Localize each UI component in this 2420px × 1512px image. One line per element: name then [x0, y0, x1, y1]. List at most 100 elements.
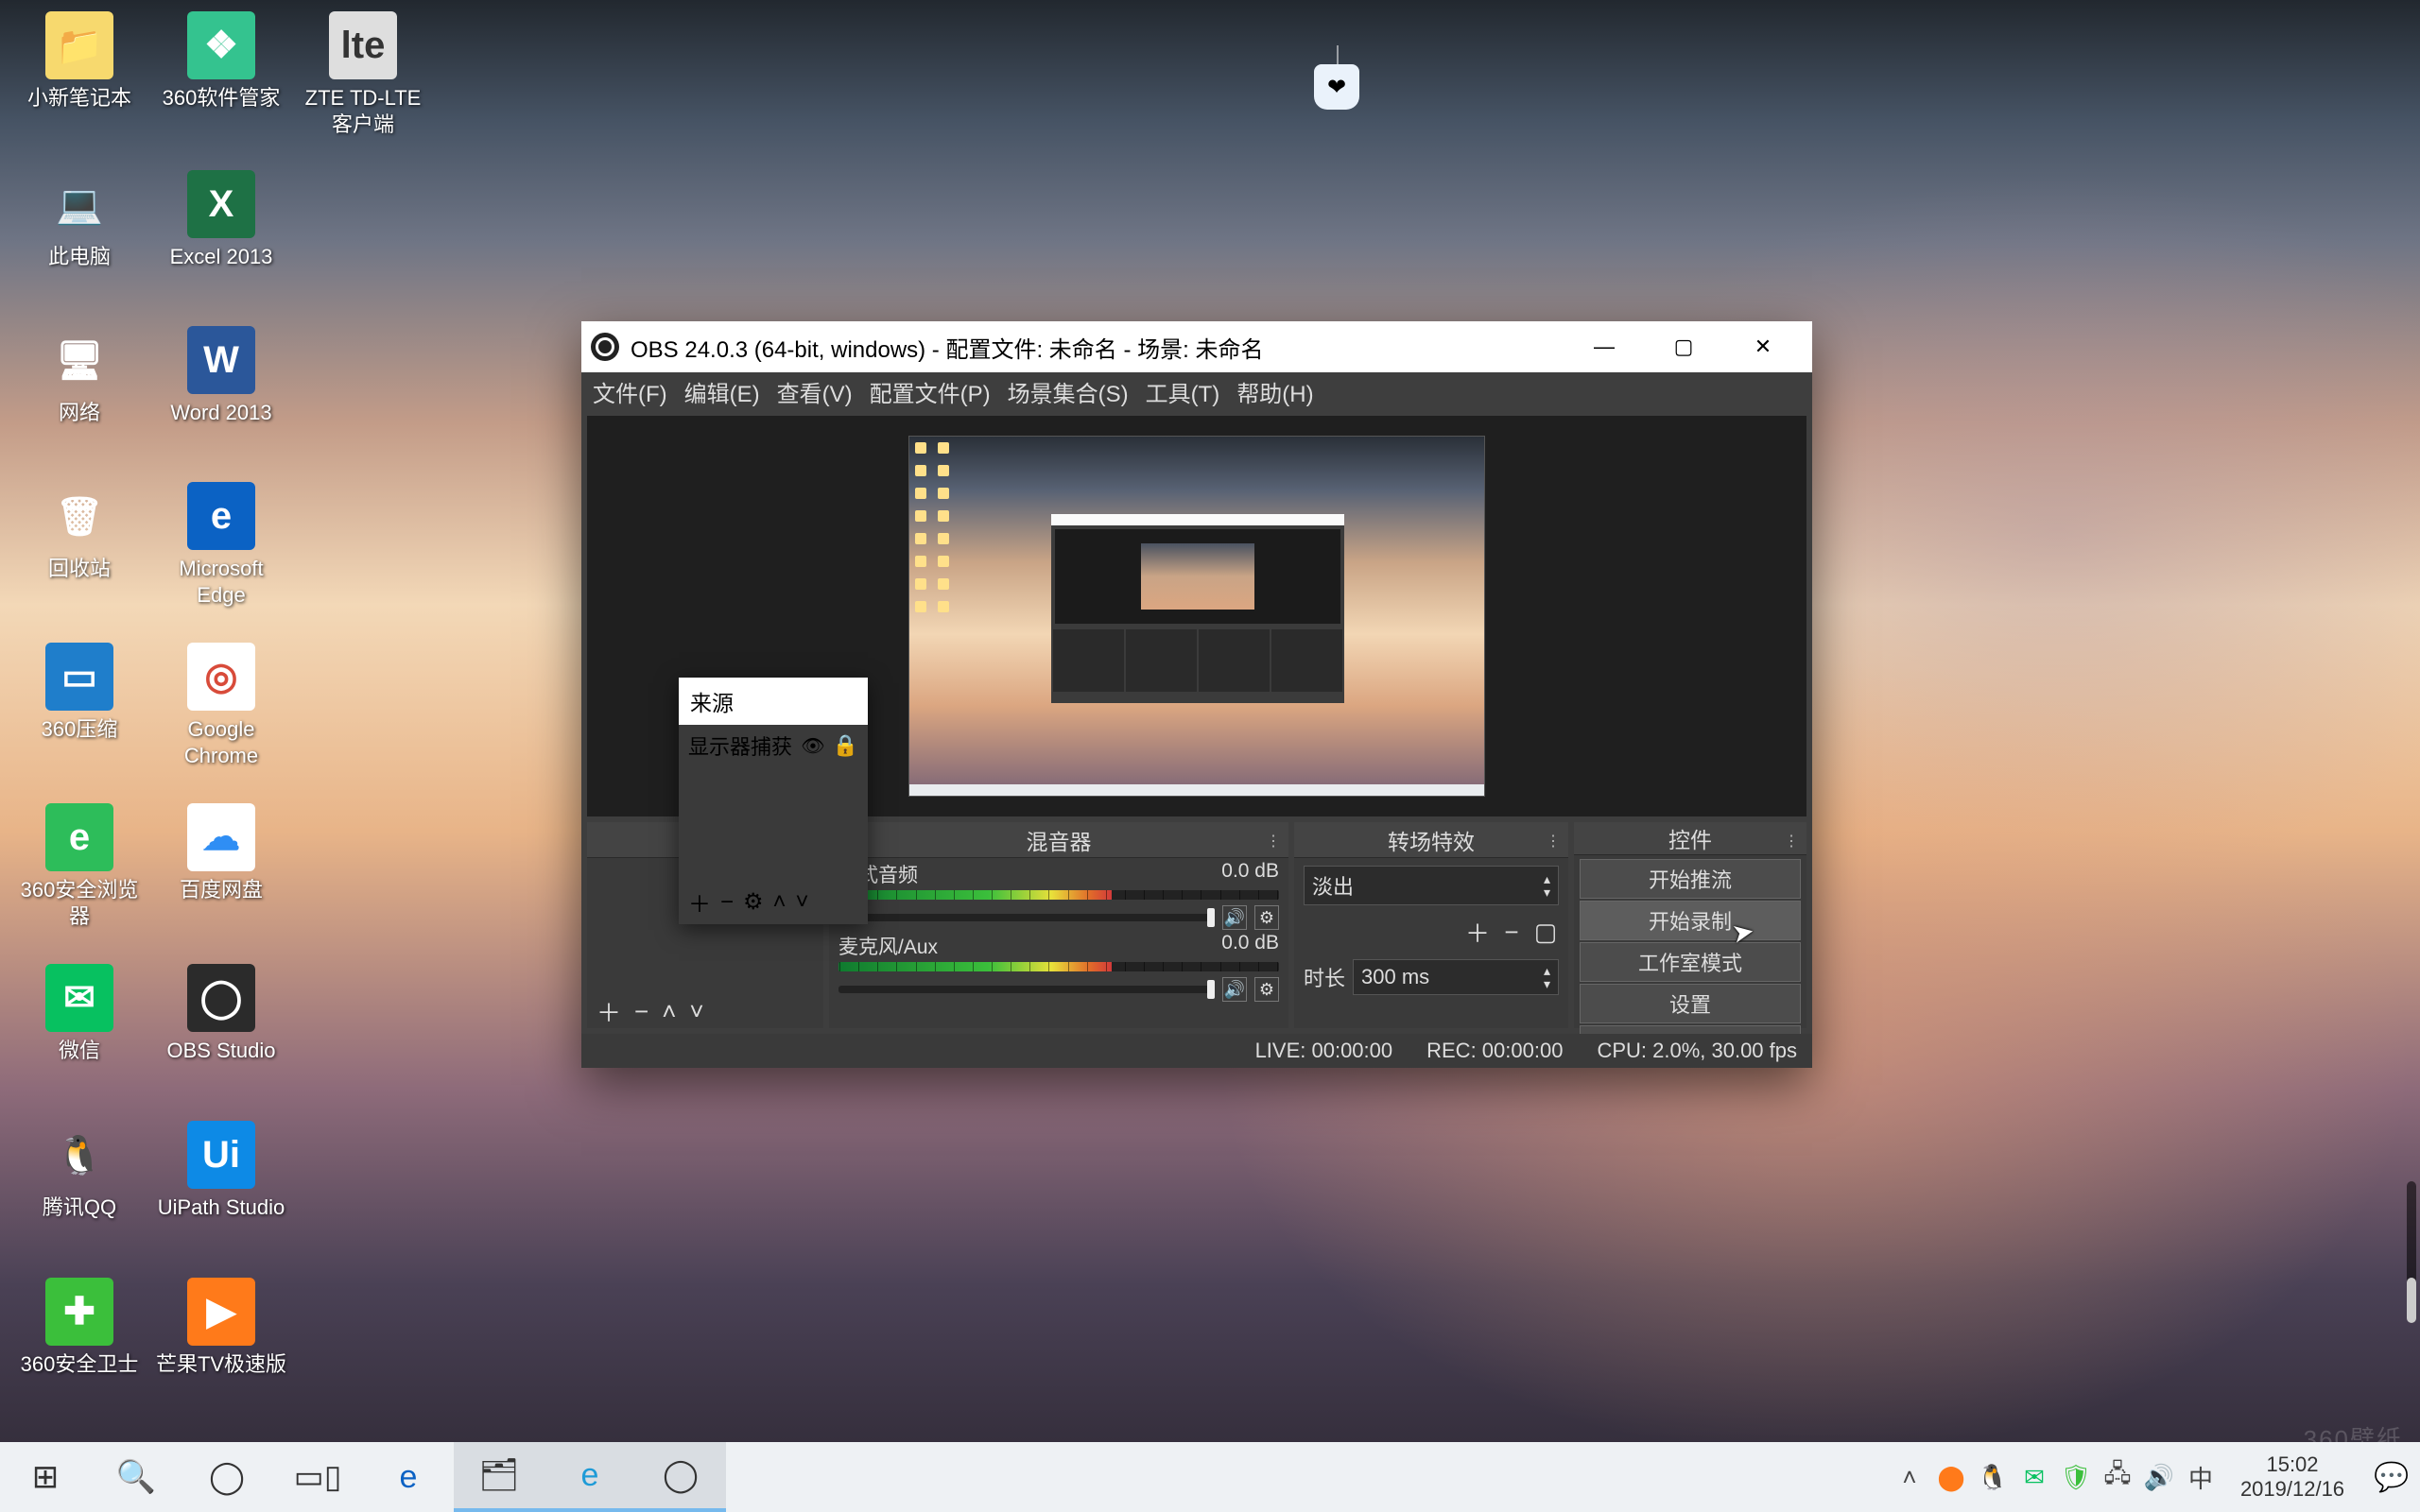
taskbar-button-taskview[interactable]: ▭▯ [272, 1442, 363, 1512]
visibility-icon[interactable]: 👁 [801, 734, 824, 758]
desktop-icon-word[interactable]: WWord 2013 [155, 326, 287, 426]
taskbar: ⊞🔍◯▭▯e🗂e◯ ˄⬤🐧✉🛡🖧🔊中 15:02 2019/12/16 💬 [0, 1442, 2420, 1512]
window-maximize-button[interactable]: ▢ [1644, 321, 1723, 372]
desktop-icon-label: Word 2013 [170, 400, 271, 426]
desktop-icon-edge[interactable]: eMicrosoft Edge [155, 482, 287, 608]
mixer-mute-button-0[interactable]: 🔊 [1222, 905, 1247, 930]
taskbar-button-start[interactable]: ⊞ [0, 1442, 91, 1512]
menu-item-5[interactable]: 工具(T) [1146, 375, 1220, 408]
desktop-icon-label: UiPath Studio [158, 1194, 285, 1221]
transition-tool-2[interactable]: ▢ [1532, 918, 1559, 947]
scenes-tool-2[interactable]: ˄ [662, 997, 676, 1026]
preview-capture [909, 437, 1484, 796]
menu-item-2[interactable]: 查看(V) [777, 375, 853, 408]
taskbar-button-obs[interactable]: ◯ [635, 1442, 726, 1512]
desktop-icon-360soft[interactable]: ❖ 360软件管家 [155, 11, 287, 112]
desktop-icon-label: Google Chrome [155, 716, 287, 768]
control-button-0[interactable]: 开始推流 [1580, 859, 1801, 899]
status-live: LIVE: 00:00:00 [1255, 1039, 1393, 1063]
360soft-icon: ❖ [187, 11, 255, 79]
mixer-ch-db-0: 0.0 dB [1221, 860, 1279, 888]
source-item-display-capture[interactable]: 显示器捕获 👁 🔒 [679, 725, 868, 766]
desktop-icon-obsstudio[interactable]: ◯OBS Studio [155, 964, 287, 1064]
sources-tool-4[interactable]: ˅ [796, 889, 809, 916]
sources-tool-1[interactable]: − [720, 889, 734, 916]
desktop-icon-label: 360软件管家 [163, 85, 281, 112]
taskbar-button-edge[interactable]: e [363, 1442, 454, 1512]
control-button-1[interactable]: 开始录制 [1580, 901, 1801, 940]
scenes-tool-0[interactable]: ＋ [596, 994, 621, 1029]
desktop-icon-baidupan[interactable]: ☁百度网盘 [155, 803, 287, 903]
desktop-icon-qq[interactable]: 🐧腾讯QQ [13, 1121, 146, 1221]
taskbar-clock[interactable]: 15:02 2019/12/16 [2221, 1452, 2363, 1503]
system-tray: ˄⬤🐧✉🛡🖧🔊中 15:02 2019/12/16 💬 [1889, 1442, 2420, 1512]
window-minimize-button[interactable]: — [1564, 321, 1644, 372]
tray-icon-ime[interactable]: 中 [2180, 1442, 2221, 1512]
mixer-meter-0 [838, 890, 1279, 900]
desktop-icon-360zip[interactable]: ▭360压缩 [13, 643, 146, 743]
sources-popup: 来源 显示器捕获 👁 🔒 ＋−⚙˄˅ [679, 678, 868, 924]
desktop-icon-excel[interactable]: XExcel 2013 [155, 170, 287, 270]
mixer-ch-db-1: 0.0 dB [1221, 932, 1279, 960]
taskbar-button-explorer[interactable]: 🗂 [454, 1442, 544, 1512]
menu-item-0[interactable]: 文件(F) [593, 375, 667, 408]
desktop-icon-wechat[interactable]: ✉微信 [13, 964, 146, 1064]
tray-icon-net[interactable]: 🖧 [2097, 1442, 2138, 1512]
tray-icon-vol[interactable]: 🔊 [2138, 1442, 2180, 1512]
tray-icon-up[interactable]: ˄ [1889, 1442, 1930, 1512]
scenes-tool-3[interactable]: ˅ [689, 997, 703, 1026]
notebook-icon: 📁 [45, 11, 113, 79]
desktop-icon-thispc[interactable]: 💻此电脑 [13, 170, 146, 270]
desktop-icon-chrome[interactable]: ◎Google Chrome [155, 643, 287, 768]
tray-icon-guard[interactable]: 🛡 [2055, 1442, 2097, 1512]
mixer-volume-slider-1[interactable] [838, 986, 1215, 993]
desktop-icon-network[interactable]: 🖥网络 [13, 326, 146, 426]
taskbar-button-cortana[interactable]: ◯ [182, 1442, 272, 1512]
desktop-icon-label: 小新笔记本 [27, 85, 131, 112]
taskbar-button-search[interactable]: 🔍 [91, 1442, 182, 1512]
desktop-icon-360safe[interactable]: ✚360安全卫士 [13, 1278, 146, 1378]
action-center-button[interactable]: 💬 [2363, 1461, 2420, 1494]
sources-tool-2[interactable]: ⚙ [743, 888, 764, 916]
desktop-icon-recycle[interactable]: 🗑回收站 [13, 482, 146, 582]
dock-controls: 控件⋮ 开始推流开始录制工作室模式设置退出 [1574, 822, 1806, 1028]
transition-select[interactable]: 淡出▴▾ [1304, 866, 1559, 905]
desktop-icon-notebook[interactable]: 📁 小新笔记本 [13, 11, 146, 112]
menu-item-4[interactable]: 场景集合(S) [1008, 375, 1129, 408]
thispc-icon: 💻 [45, 170, 113, 238]
tray-icon-qq[interactable]: 🐧 [1972, 1442, 2014, 1512]
obs-statusbar: LIVE: 00:00:00 REC: 00:00:00 CPU: 2.0%, … [581, 1034, 1812, 1068]
sources-tool-0[interactable]: ＋ [688, 885, 711, 919]
desktop-icon-label: 腾讯QQ [43, 1194, 116, 1221]
network-icon: 🖥 [45, 326, 113, 394]
scenes-tool-1[interactable]: − [634, 997, 648, 1026]
scenes-toolbar: ＋−˄ ˅ [587, 994, 823, 1028]
mixer-volume-slider-0[interactable] [838, 914, 1215, 921]
transition-duration-input[interactable]: 300 ms▴▾ [1353, 959, 1559, 995]
mixer-mute-button-1[interactable]: 🔊 [1222, 977, 1247, 1002]
sources-tool-3[interactable]: ˄ [773, 889, 786, 916]
desktop-icon-uipath[interactable]: UiUiPath Studio [155, 1121, 287, 1221]
desktop-icon-zte[interactable]: lteZTE TD-LTE 客户端 [297, 11, 429, 137]
window-close-button[interactable]: ✕ [1723, 321, 1803, 372]
taskbar-button-ie[interactable]: e [544, 1442, 635, 1512]
transition-duration-label: 时长 [1304, 962, 1345, 992]
desktop-icon-label: Microsoft Edge [155, 556, 287, 608]
mixer-settings-button-1[interactable]: ⚙ [1254, 977, 1279, 1002]
desktop-icon-mangguo[interactable]: ▶芒果TV极速版 [155, 1278, 287, 1378]
desktop-icon-label: 百度网盘 [180, 877, 263, 903]
obs-titlebar[interactable]: OBS 24.0.3 (64-bit, windows) - 配置文件: 未命名… [581, 321, 1812, 372]
control-button-3[interactable]: 设置 [1580, 984, 1801, 1023]
menu-item-6[interactable]: 帮助(H) [1236, 375, 1313, 408]
desktop-icon-label: 芒果TV极速版 [156, 1351, 286, 1378]
tray-icon-wechat[interactable]: ✉ [2014, 1442, 2055, 1512]
transition-tool-0[interactable]: ＋ [1464, 915, 1491, 950]
menu-item-3[interactable]: 配置文件(P) [870, 375, 991, 408]
lock-icon[interactable]: 🔒 [833, 733, 858, 758]
transition-tool-1[interactable]: − [1498, 918, 1525, 947]
tray-icon-360[interactable]: ⬤ [1930, 1442, 1972, 1512]
mixer-settings-button-0[interactable]: ⚙ [1254, 905, 1279, 930]
menu-item-1[interactable]: 编辑(E) [684, 375, 760, 408]
desktop-icon-360browser[interactable]: e360安全浏览器 [13, 803, 146, 929]
control-button-2[interactable]: 工作室模式 [1580, 942, 1801, 982]
